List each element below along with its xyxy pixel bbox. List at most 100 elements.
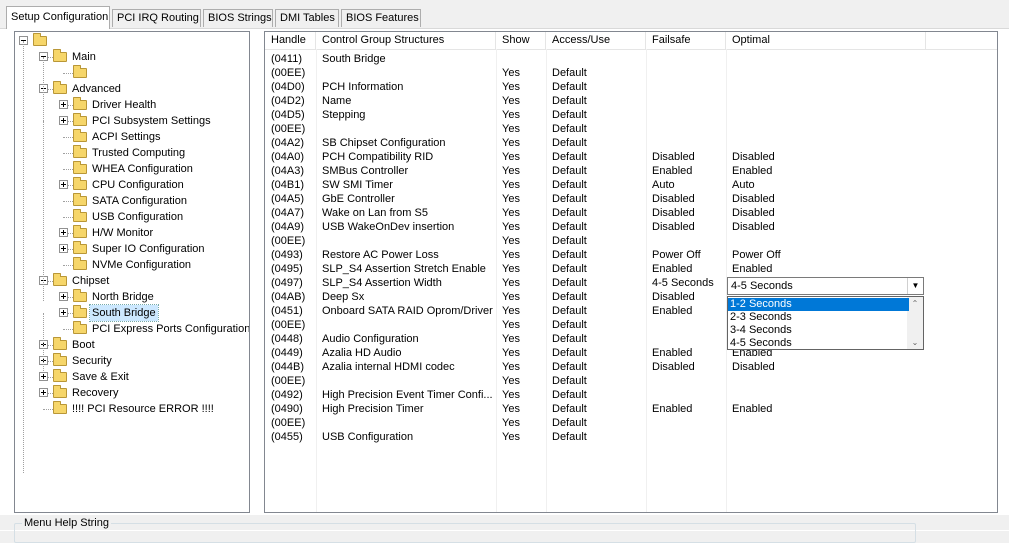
tree-node-label[interactable]: PCI Subsystem Settings: [90, 113, 213, 129]
column-structures-cell: Onboard SATA RAID Oprom/Driver: [322, 305, 493, 317]
column-failsafe-cell: [646, 332, 726, 346]
column-handle-cell: (0448): [271, 333, 303, 345]
column-structures-cell: High Precision Timer: [322, 403, 424, 415]
column-access-header[interactable]: Access/Use: [546, 32, 646, 49]
tree-node-label[interactable]: Security: [70, 353, 114, 369]
optimal-dropdown-list[interactable]: ⌃ ⌄ 1-2 Seconds 2-3 Seconds 3-4 Seconds 4-5…: [727, 296, 924, 350]
table-row[interactable]: (04D2) Name Yes Default: [265, 94, 997, 108]
table-row[interactable]: (04A9) USB WakeOnDev insertion Yes Default D…: [265, 220, 997, 234]
column-failsafe-cell: Disabled: [652, 361, 695, 373]
tree-node-label[interactable]: South Bridge: [89, 304, 159, 322]
column-failsafe-cell: [646, 52, 726, 66]
expand-icon[interactable]: [59, 116, 68, 125]
column-handle-cell: (04AB): [271, 291, 306, 303]
expand-icon[interactable]: [59, 244, 68, 253]
tree-node-label[interactable]: Super IO Configuration: [90, 241, 207, 257]
table-row[interactable]: (04D0) PCH Information Yes Default: [265, 80, 997, 94]
tab-bios-features[interactable]: BIOS Features: [341, 9, 421, 27]
table-row[interactable]: (04B1) SW SMI Timer Yes Default Auto Auto: [265, 178, 997, 192]
folder-icon: [33, 33, 47, 46]
column-handle-cell: (04A9): [271, 221, 305, 233]
tree-node-label[interactable]: Recovery: [70, 385, 120, 401]
table-row[interactable]: (00EE) Yes Default: [265, 66, 997, 80]
tree-node-label[interactable]: CPU Configuration: [90, 177, 186, 193]
table-row[interactable]: (0492) High Precision Event Timer Confi..…: [265, 388, 997, 402]
tree-node-label[interactable]: NVMe Configuration: [90, 257, 193, 273]
table-row[interactable]: (044B) Azalia internal HDMI codec Yes Defau…: [265, 360, 997, 374]
dropdown-option[interactable]: 1-2 Seconds: [728, 298, 909, 311]
folder-icon: [53, 369, 67, 382]
column-optimal-header[interactable]: Optimal: [726, 32, 926, 49]
table-row[interactable]: (0490) High Precision Timer Yes Default Enab…: [265, 402, 997, 416]
column-failsafe-header[interactable]: Failsafe: [646, 32, 726, 49]
table-row[interactable]: (0493) Restore AC Power Loss Yes Default Pow…: [265, 248, 997, 262]
tab-bios-strings[interactable]: BIOS Strings: [203, 9, 273, 27]
tree-node-label[interactable]: Boot: [70, 337, 97, 353]
table-row[interactable]: (00EE) Yes Default: [265, 122, 997, 136]
table-row[interactable]: (00EE) Yes Default: [265, 416, 997, 430]
tab-dmi-tables[interactable]: DMI Tables: [275, 9, 339, 27]
chevron-down-icon[interactable]: ▼: [907, 278, 923, 294]
column-access-cell: Default: [552, 165, 587, 177]
setup-tree[interactable]: Main Advanced Driver Health PCI Subsystem S…: [14, 31, 250, 513]
column-access-cell: Default: [552, 375, 587, 387]
column-access-cell: Default: [552, 431, 587, 443]
tree-node-label[interactable]: SATA Configuration: [90, 193, 189, 209]
column-show-header[interactable]: Show: [496, 32, 546, 49]
tab-setup-configuration[interactable]: Setup Configuration: [6, 6, 110, 29]
column-failsafe-cell: Disabled: [652, 193, 695, 205]
tree-node-label[interactable]: Driver Health: [90, 97, 158, 113]
dropdown-option[interactable]: 3-4 Seconds: [728, 324, 909, 337]
column-show-cell: Yes: [502, 221, 520, 233]
tab-pci-irq-routing[interactable]: PCI IRQ Routing: [112, 9, 201, 27]
table-row[interactable]: (04A5) GbE Controller Yes Default Disabled Di…: [265, 192, 997, 206]
expand-icon[interactable]: [59, 100, 68, 109]
tree-node-label[interactable]: H/W Monitor: [90, 225, 155, 241]
expand-icon[interactable]: [59, 228, 68, 237]
column-structures-cell: SMBus Controller: [322, 165, 409, 177]
expand-icon[interactable]: [39, 372, 48, 381]
folder-icon: [73, 225, 87, 238]
dropdown-option[interactable]: 4-5 Seconds: [728, 337, 909, 349]
expand-icon[interactable]: [59, 292, 68, 301]
table-row[interactable]: (04A7) Wake on Lan from S5 Yes Default Disab…: [265, 206, 997, 220]
column-handle-cell: (0449): [271, 347, 303, 359]
table-row[interactable]: (0455) USB Configuration Yes Default: [265, 430, 997, 444]
table-row[interactable]: (04A0) PCH Compatibility RID Yes Default Dis…: [265, 150, 997, 164]
column-optimal-cell: Disabled: [732, 207, 775, 219]
tree-node-label[interactable]: North Bridge: [90, 289, 156, 305]
table-row[interactable]: (04D5) Stepping Yes Default: [265, 108, 997, 122]
tree-node-label[interactable]: Advanced: [70, 81, 123, 97]
table-row[interactable]: (04A3) SMBus Controller Yes Default Enabled E…: [265, 164, 997, 178]
table-row[interactable]: (00EE) Yes Default: [265, 234, 997, 248]
scroll-down-icon[interactable]: ⌄: [907, 336, 923, 349]
column-handle-cell: (04A7): [271, 207, 305, 219]
column-structures-header[interactable]: Control Group Structures: [316, 32, 496, 49]
expand-icon[interactable]: [59, 308, 68, 317]
tree-node-label[interactable]: ACPI Settings: [90, 129, 162, 145]
column-handle-header[interactable]: Handle: [265, 32, 316, 49]
dropdown-option[interactable]: 2-3 Seconds: [728, 311, 909, 324]
expand-icon[interactable]: [39, 388, 48, 397]
expand-icon[interactable]: [59, 180, 68, 189]
column-failsafe-cell: Enabled: [652, 165, 693, 177]
column-optimal-cell: [726, 52, 926, 66]
tree-node-label[interactable]: !!!! PCI Resource ERROR !!!!: [70, 401, 216, 417]
tree-node-label[interactable]: Chipset: [70, 273, 111, 289]
dropdown-scrollbar[interactable]: ⌃ ⌄: [907, 297, 923, 349]
tree-node-label[interactable]: PCI Express Ports Configuration: [90, 321, 249, 337]
tree-node-label[interactable]: Main: [70, 49, 98, 65]
column-optimal-cell: [726, 94, 926, 108]
table-row[interactable]: (0495) SLP_S4 Assertion Stretch Enable Yes…: [265, 262, 997, 276]
table-row[interactable]: (00EE) Yes Default: [265, 374, 997, 388]
tree-node-label[interactable]: USB Configuration: [90, 209, 185, 225]
control-group-grid[interactable]: Handle Control Group Structures Show Access…: [264, 31, 998, 513]
table-row[interactable]: (04A2) SB Chipset Configuration Yes Default: [265, 136, 997, 150]
optimal-combobox[interactable]: 4-5 Seconds ▼: [727, 277, 924, 295]
tree-node-label[interactable]: WHEA Configuration: [90, 161, 195, 177]
column-handle-cell: (00EE): [271, 235, 306, 247]
table-row[interactable]: (0411) South Bridge: [265, 52, 997, 66]
scroll-up-icon[interactable]: ⌃: [907, 297, 923, 310]
tree-node-label[interactable]: Save & Exit: [70, 369, 131, 385]
tree-node-label[interactable]: Trusted Computing: [90, 145, 187, 161]
